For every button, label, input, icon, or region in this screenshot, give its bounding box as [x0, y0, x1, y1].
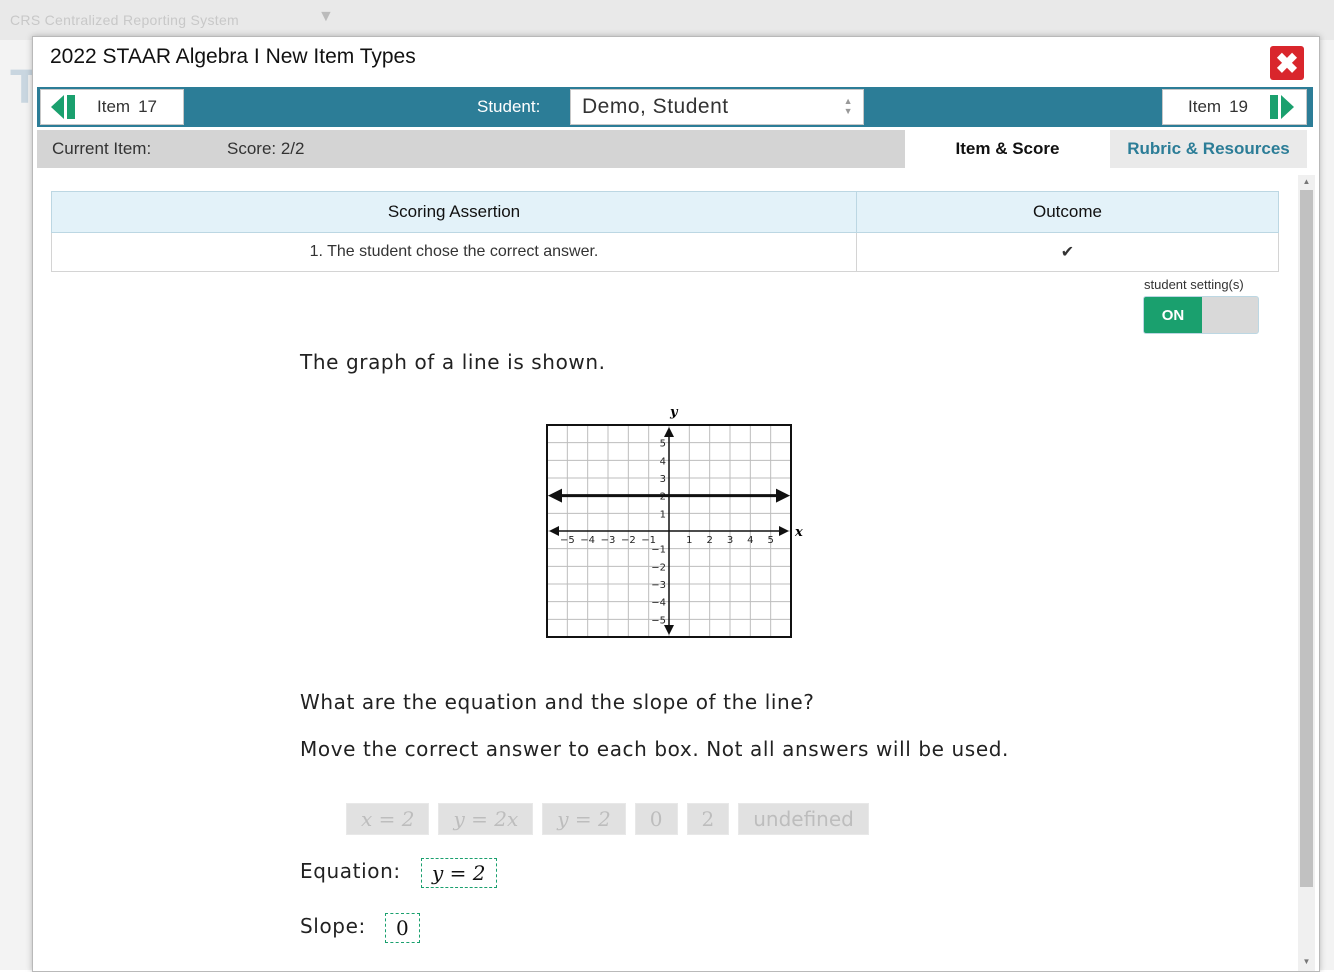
- navigation-bar: Item 17 Student: Demo, Student ▲ ▼ Item 1…: [37, 87, 1313, 127]
- y-tick-label: 3: [660, 474, 666, 485]
- x-tick-label: −2: [621, 535, 636, 546]
- y-tick-label: −3: [651, 580, 666, 591]
- background-left-panel: T: [0, 40, 39, 970]
- line-arrow-right: [776, 488, 790, 503]
- x-tick-label: 5: [767, 535, 773, 546]
- scroll-down-icon[interactable]: ▼: [1299, 957, 1314, 966]
- student-setting-label: student setting(s): [1144, 277, 1244, 292]
- x-tick-label: 3: [727, 535, 733, 546]
- current-item-label: Current Item:: [52, 139, 152, 158]
- answer-tile[interactable]: 2: [686, 803, 730, 835]
- student-label: Student:: [477, 97, 541, 116]
- y-tick-label: −5: [651, 615, 666, 626]
- question-instruction: Move the correct answer to each box. Not…: [300, 737, 1009, 761]
- background-right-panel: [1318, 40, 1334, 970]
- question-prompt: What are the equation and the slope of t…: [300, 690, 815, 714]
- x-axis-label: x: [794, 525, 803, 540]
- equation-label: Equation:: [300, 859, 401, 883]
- assertion-cell: 1. The student chose the correct answer.: [51, 232, 857, 272]
- coordinate-graph: −5−4−3−2−11234554321−1−2−3−4−5 y x: [546, 405, 803, 638]
- current-item-bar: Current Item: Score: 2/2: [37, 130, 905, 168]
- item-viewer-modal: 2022 STAAR Algebra I New Item Types ✖ It…: [32, 36, 1320, 972]
- previous-item-number: 17: [138, 97, 157, 116]
- equation-drop-box[interactable]: y = 2: [421, 858, 497, 888]
- y-axis-arrow-down: [664, 625, 674, 635]
- y-tick-label: −1: [651, 545, 666, 556]
- y-axis-arrow-up: [664, 427, 674, 437]
- x-tick-label: −5: [560, 535, 575, 546]
- answer-tile[interactable]: undefined: [738, 803, 869, 835]
- background-app-header: CRS Centralized Reporting System ▼: [0, 0, 1334, 40]
- x-tick-label: −4: [580, 535, 595, 546]
- next-item-label: Item: [1188, 97, 1222, 116]
- tab-rubric-and-resources[interactable]: Rubric & Resources: [1110, 130, 1307, 168]
- outcome-checkmark-icon: ✔: [856, 232, 1279, 272]
- x-tick-label: 2: [706, 535, 712, 546]
- double-right-arrow-icon: [1270, 95, 1294, 119]
- chevron-down-icon: ▼: [318, 8, 334, 25]
- x-axis-arrow-left: [549, 526, 559, 536]
- slope-label: Slope:: [300, 914, 366, 938]
- x-axis-arrow-right: [779, 526, 789, 536]
- scroll-up-icon[interactable]: ▲: [1299, 177, 1314, 186]
- question-intro: The graph of a line is shown.: [300, 350, 606, 374]
- answer-tile[interactable]: 0: [634, 803, 678, 835]
- y-tick-label: −4: [651, 598, 666, 609]
- close-icon: ✖: [1275, 47, 1299, 79]
- y-axis-label: y: [669, 405, 679, 420]
- score-value: Score: 2/2: [227, 139, 305, 158]
- x-tick-label: 1: [686, 535, 692, 546]
- y-tick-label: 5: [660, 439, 666, 450]
- answer-tile[interactable]: y = 2x: [438, 803, 534, 835]
- tab-item-and-score[interactable]: Item & Score: [905, 130, 1110, 168]
- y-tick-label: 1: [660, 509, 666, 520]
- table-row: 1. The student chose the correct answer.…: [51, 232, 1279, 272]
- x-tick-label: −3: [601, 535, 616, 546]
- y-tick-label: −2: [651, 562, 666, 573]
- scoring-table: Scoring Assertion Outcome 1. The student…: [51, 191, 1279, 272]
- graph-tick-labels: −5−4−3−2−11234554321−1−2−3−4−5: [560, 439, 774, 627]
- student-select-value: Demo, Student: [582, 95, 729, 118]
- answer-tile-bank: x = 2 y = 2x y = 2 0 2 undefined: [346, 803, 869, 835]
- column-header-scoring-assertion: Scoring Assertion: [51, 191, 857, 233]
- y-tick-label: 4: [660, 456, 666, 467]
- previous-item-button[interactable]: Item 17: [40, 89, 184, 125]
- toggle-on-label: ON: [1144, 297, 1202, 333]
- student-select[interactable]: Demo, Student ▲ ▼: [570, 89, 864, 125]
- previous-item-label: Item: [97, 97, 131, 116]
- modal-title: 2022 STAAR Algebra I New Item Types: [50, 45, 416, 68]
- column-header-outcome: Outcome: [856, 191, 1279, 233]
- x-tick-label: 4: [747, 535, 753, 546]
- graph-axes: [549, 427, 789, 635]
- slope-drop-box[interactable]: 0: [385, 913, 420, 943]
- answer-tile[interactable]: y = 2: [542, 803, 626, 835]
- line-arrow-left: [548, 488, 562, 503]
- next-item-number: 19: [1229, 97, 1248, 116]
- close-button[interactable]: ✖: [1270, 46, 1304, 80]
- spinner-arrows-icon: ▲ ▼: [843, 96, 853, 116]
- scrollbar-thumb[interactable]: [1300, 190, 1313, 887]
- student-setting-toggle[interactable]: ON: [1143, 296, 1259, 334]
- double-left-arrow-icon: [51, 95, 75, 119]
- answer-tile[interactable]: x = 2: [346, 803, 430, 835]
- next-item-button[interactable]: Item 19: [1162, 89, 1307, 125]
- table-header-row: Scoring Assertion Outcome: [51, 191, 1279, 233]
- background-app-title: CRS Centralized Reporting System: [10, 12, 240, 28]
